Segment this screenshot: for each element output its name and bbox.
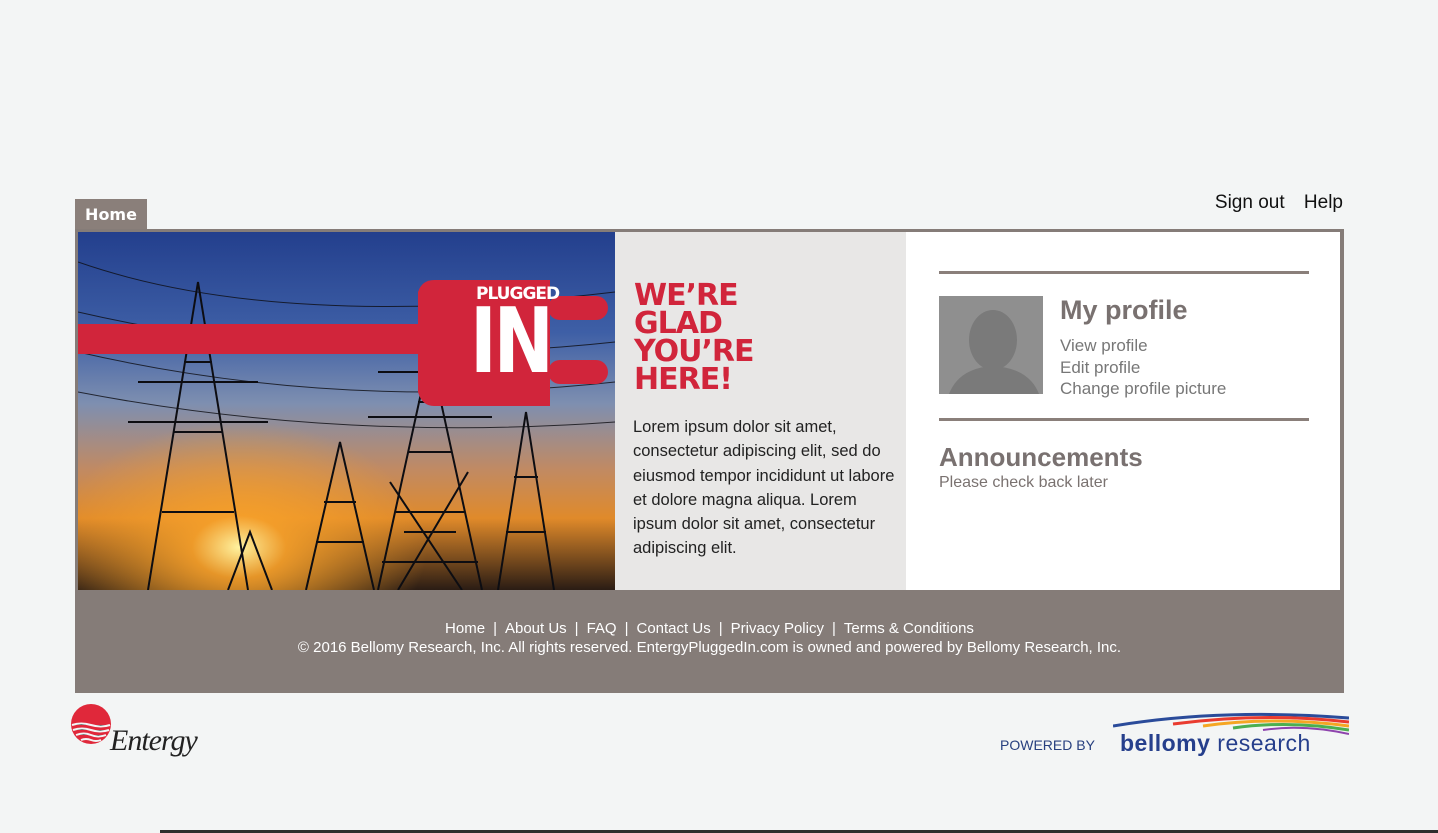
- bellomy-light: research: [1210, 730, 1311, 756]
- change-profile-picture-link[interactable]: Change profile picture: [1060, 378, 1226, 400]
- footer-separator: |: [718, 620, 723, 637]
- tab-home[interactable]: Home: [75, 199, 147, 229]
- profile-panel: My profile View profile Edit profile Cha…: [906, 232, 1340, 590]
- sign-out-link[interactable]: Sign out: [1215, 192, 1285, 213]
- footer-link-faq[interactable]: FAQ: [587, 620, 617, 637]
- entergy-wordmark: Entergy: [110, 724, 198, 757]
- hero-image: PLUGGED IN: [78, 232, 615, 590]
- footer-separator: |: [493, 620, 497, 637]
- footer-link-contact-us[interactable]: Contact Us: [637, 620, 711, 637]
- copyright-text: © 2016 Bellomy Research, Inc. All rights…: [297, 639, 1122, 656]
- avatar[interactable]: [939, 296, 1043, 394]
- person-silhouette-icon: [949, 310, 1039, 394]
- footer-link-terms[interactable]: Terms & Conditions: [844, 620, 974, 637]
- bellomy-bold: bellomy: [1120, 730, 1211, 756]
- announcements-title: Announcements: [939, 442, 1143, 472]
- edit-profile-link[interactable]: Edit profile: [1060, 357, 1226, 379]
- welcome-headline: WE’RE GLAD YOU’RE HERE!: [634, 278, 755, 397]
- my-profile-title: My profile: [1060, 295, 1188, 325]
- welcome-body: Lorem ipsum dolor sit amet, consectetur …: [633, 418, 895, 558]
- view-profile-link[interactable]: View profile: [1060, 335, 1226, 357]
- plug-text-big: IN: [470, 289, 554, 394]
- content-panel: PLUGGED IN WE’RE GLAD YOU’RE HERE! Lorem…: [78, 232, 1340, 590]
- footer-nav: Home | About Us | FAQ | Contact Us | Privacy Pol…: [75, 620, 1344, 637]
- footer-separator: |: [574, 620, 579, 637]
- footer-separator: |: [624, 620, 629, 637]
- top-links: Sign out Help: [1201, 192, 1343, 214]
- help-link[interactable]: Help: [1304, 192, 1343, 213]
- divider: [939, 418, 1309, 421]
- footer-separator: |: [831, 620, 836, 637]
- profile-links: View profile Edit profile Change profile…: [1060, 335, 1226, 400]
- powered-by-text: POWERED BY: [1000, 737, 1095, 753]
- divider: [939, 271, 1309, 274]
- welcome-panel: WE’RE GLAD YOU’RE HERE! Lorem ipsum dolo…: [615, 232, 906, 590]
- bellomy-wordmark: bellomy research: [1120, 730, 1311, 757]
- main-frame: PLUGGED IN WE’RE GLAD YOU’RE HERE! Lorem…: [75, 229, 1344, 693]
- announcements-text: Please check back later: [939, 474, 1108, 491]
- footer-link-privacy-policy[interactable]: Privacy Policy: [731, 620, 824, 637]
- entergy-sun-icon: [71, 704, 111, 744]
- footer-link-home[interactable]: Home: [445, 620, 485, 637]
- footer-link-about-us[interactable]: About Us: [505, 620, 567, 637]
